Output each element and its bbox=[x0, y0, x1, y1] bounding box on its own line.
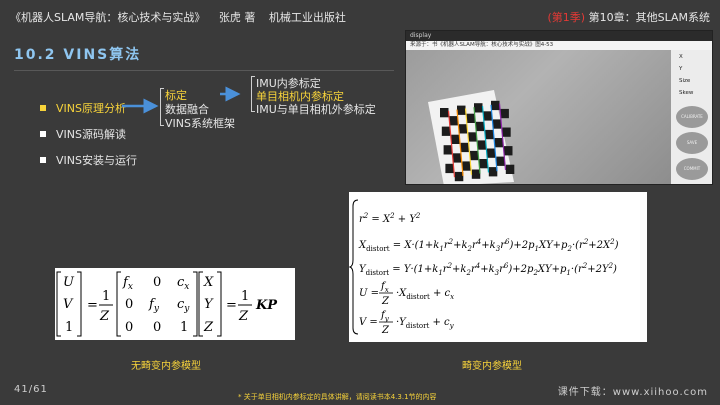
bullet-vins-principle: VINS原理分析 bbox=[40, 100, 126, 116]
bullet-label: VINS安装与运行 bbox=[56, 152, 137, 168]
checkerboard-photo bbox=[406, 50, 671, 185]
svg-text:0: 0 bbox=[153, 320, 161, 335]
screenshot-source-text: 来源于：书《机器人SLAM导航：核心技术与实战》图4-53 bbox=[406, 41, 712, 50]
svg-text:Z: Z bbox=[99, 309, 110, 324]
svg-text:Z: Z bbox=[381, 325, 390, 336]
side-label-size: Size bbox=[679, 78, 690, 84]
distortion-model-caption: 畸变内参模型 bbox=[462, 357, 522, 372]
svg-text:fy: fy bbox=[148, 297, 160, 314]
save-button[interactable]: SAVE bbox=[676, 132, 708, 154]
level2-brace bbox=[251, 76, 255, 112]
svg-text:V =: V = bbox=[359, 317, 378, 328]
svg-text:0: 0 bbox=[153, 275, 161, 290]
undistorted-model-caption: 无畸变内参模型 bbox=[131, 357, 201, 372]
header-book-info: 《机器人SLAM导航：核心技术与实战》 张虎 著 机械工业出版社 bbox=[10, 9, 356, 25]
calibration-side-panel: X Y Size Skew CALIBRATE SAVE COMMIT bbox=[671, 50, 713, 185]
page-number: 41/61 bbox=[14, 384, 48, 395]
checkerboard-image bbox=[406, 50, 671, 185]
svg-text:cx: cx bbox=[177, 275, 189, 292]
bullet-vins-install: VINS安装与运行 bbox=[40, 152, 137, 168]
svg-text:=: = bbox=[87, 298, 98, 313]
distortion-equation-svg: r2 = X2 + Y2 Xdistort = X·(1+k1r2+k2r4+k… bbox=[349, 192, 647, 342]
svg-text:1: 1 bbox=[180, 320, 188, 335]
svg-text:KP: KP bbox=[255, 298, 278, 313]
mindmap-vins-framework: VINS系统框架 bbox=[165, 115, 235, 131]
bullet-label: VINS源码解读 bbox=[56, 126, 126, 142]
svg-text:=: = bbox=[226, 298, 237, 313]
title-divider bbox=[14, 70, 394, 71]
bullet-square-icon bbox=[40, 105, 46, 111]
download-link[interactable]: 课件下载：www.xiihoo.com bbox=[558, 383, 708, 398]
distortion-model-equation: r2 = X2 + Y2 Xdistort = X·(1+k1r2+k2r4+k… bbox=[349, 192, 647, 342]
bullet-vins-source: VINS源码解读 bbox=[40, 126, 126, 142]
commit-button[interactable]: COMMIT bbox=[676, 158, 708, 180]
svg-text:fx: fx bbox=[380, 281, 389, 294]
svg-text:Z: Z bbox=[203, 320, 214, 335]
svg-text:V: V bbox=[63, 297, 74, 312]
svg-text:1: 1 bbox=[65, 320, 73, 335]
side-label-skew: Skew bbox=[679, 90, 693, 96]
preview-label: (第1季) bbox=[548, 11, 586, 24]
svg-text:Y: Y bbox=[204, 297, 214, 312]
svg-text:Ydistort = Y·(1+k1r2+k2r4+k3r6: Ydistort = Y·(1+k1r2+k2r4+k3r6)+2p2XY+p1… bbox=[359, 262, 617, 277]
svg-text:X: X bbox=[203, 275, 214, 290]
bullet-square-icon bbox=[40, 157, 46, 163]
svg-text:cy: cy bbox=[177, 297, 190, 314]
svg-text:1: 1 bbox=[241, 289, 249, 304]
header-chapter-info: (第1季) 第10章：其他SLAM系统 bbox=[548, 9, 710, 25]
svg-text:1: 1 bbox=[102, 289, 110, 304]
chapter-title: 第10章：其他SLAM系统 bbox=[589, 11, 710, 24]
calibrate-button[interactable]: CALIBRATE bbox=[676, 106, 708, 128]
mindmap-imu-cam-extrinsic: IMU与单目相机外参标定 bbox=[256, 101, 376, 117]
section-title: 10.2 VINS算法 bbox=[14, 44, 141, 64]
svg-text:Z: Z bbox=[238, 309, 249, 324]
footnote: * 关于单目相机内参标定的具体讲解，请阅读书本4.3.1节的内容 bbox=[238, 392, 437, 402]
author: 张虎 著 bbox=[219, 11, 256, 24]
svg-text:0: 0 bbox=[125, 297, 133, 312]
publisher: 机械工业出版社 bbox=[269, 11, 346, 24]
calibration-screenshot: display 来源于：书《机器人SLAM导航：核心技术与实战》图4-53 X … bbox=[405, 30, 713, 185]
side-label-y: Y bbox=[679, 66, 682, 72]
screenshot-window-title: display bbox=[406, 31, 712, 41]
svg-text:0: 0 bbox=[125, 320, 133, 335]
svg-text:fx: fx bbox=[122, 275, 133, 292]
svg-text:fy: fy bbox=[380, 310, 390, 323]
svg-text:·Xdistort + cx: ·Xdistort + cx bbox=[396, 288, 454, 301]
svg-text:Xdistort = X·(1+k1r2+k2r4+k3r6: Xdistort = X·(1+k1r2+k2r4+k3r6)+2p1XY+p2… bbox=[358, 238, 619, 253]
book-title: 《机器人SLAM导航：核心技术与实战》 bbox=[10, 11, 205, 24]
bullet-square-icon bbox=[40, 131, 46, 137]
level1-brace bbox=[160, 88, 164, 126]
matrix-equation-svg: U V 1 = 1 Z fx 0 cx 0 fy cy 0 0 1 X Y Z … bbox=[55, 268, 295, 340]
undistorted-model-equation: U V 1 = 1 Z fx 0 cx 0 fy cy 0 0 1 X Y Z … bbox=[55, 268, 295, 340]
bullet-label: VINS原理分析 bbox=[56, 100, 126, 116]
svg-text:·Ydistort + cy: ·Ydistort + cy bbox=[396, 317, 455, 330]
side-label-x: X bbox=[679, 54, 683, 60]
svg-text:Z: Z bbox=[381, 296, 390, 307]
svg-text:r2 = X2 + Y2: r2 = X2 + Y2 bbox=[359, 212, 421, 225]
svg-text:U: U bbox=[63, 275, 75, 290]
svg-text:U =: U = bbox=[359, 288, 379, 299]
